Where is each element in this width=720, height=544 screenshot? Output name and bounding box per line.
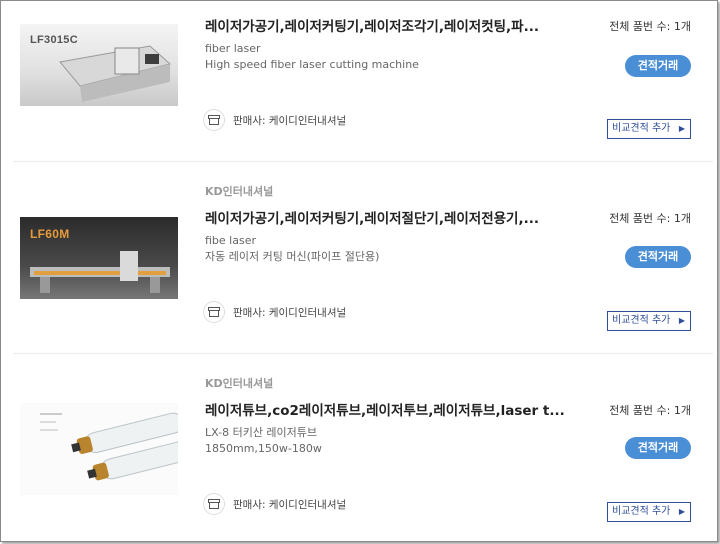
item-count: 전체 품번 수: 1개 — [609, 212, 691, 225]
item-count: 전체 품번 수: 1개 — [609, 20, 691, 33]
product-desc-line: fiber laser — [205, 42, 261, 55]
add-compare-quote-button[interactable]: 비교견적 추가 ▶ — [607, 311, 691, 331]
product-thumbnail[interactable]: LF3015C — [20, 24, 178, 106]
product-desc-line: LX-8 터키산 레이저튜브 — [205, 426, 318, 439]
add-compare-quote-button[interactable]: 비교견적 추가 ▶ — [607, 119, 691, 139]
seller-name[interactable]: 판매사: 케이디인터내셔널 — [233, 113, 346, 128]
product-card: KD인터내셔널 레이저튜브,co2레이저튜브,레이저투브,레이저튜브,laser… — [13, 353, 713, 541]
product-description: fibe laser 자동 레이저 커팅 머신(파이프 절단용) — [205, 233, 379, 265]
arrow-right-icon: ▶ — [678, 507, 685, 516]
product-desc-line: 1850mm,150w-180w — [205, 442, 322, 455]
product-description: fiber laser High speed fiber laser cutti… — [205, 41, 419, 73]
quote-trade-button[interactable]: 견적거래 — [625, 55, 691, 77]
compare-button-label: 비교견적 추가 — [612, 506, 671, 517]
product-desc-line: fibe laser — [205, 234, 256, 247]
laser-tube-illustration — [40, 412, 178, 481]
item-count: 전체 품번 수: 1개 — [609, 404, 691, 417]
arrow-right-icon: ▶ — [678, 124, 685, 133]
product-thumbnail[interactable] — [20, 403, 178, 495]
quote-trade-button[interactable]: 견적거래 — [625, 437, 691, 459]
seller-brand[interactable]: KD인터내셔널 — [205, 183, 273, 199]
arrow-right-icon: ▶ — [678, 316, 685, 325]
product-card: KD인터내셔널 LF60M 레이저가공기,레이저커팅기,레이저절단기,레이저전용… — [13, 161, 713, 354]
laser-machine-illustration — [59, 45, 172, 102]
seller-name[interactable]: 판매사: 케이디인터내셔널 — [233, 497, 346, 512]
compare-button-label: 비교견적 추가 — [612, 315, 671, 326]
quote-trade-button[interactable]: 견적거래 — [625, 246, 691, 268]
product-title[interactable]: 레이저튜브,co2레이저튜브,레이저투브,레이저튜브,laser t... — [205, 399, 585, 419]
product-desc-line: High speed fiber laser cutting machine — [205, 58, 419, 71]
product-title[interactable]: 레이저가공기,레이저커팅기,레이저절단기,레이저전용기,... — [205, 207, 585, 227]
product-title[interactable]: 레이저가공기,레이저커팅기,레이저조각기,레이저컷팅,파... — [205, 15, 585, 35]
product-card: LF3015C 레이저가공기,레이저커팅기,레이저조각기,레이저컷팅,파... … — [13, 1, 713, 162]
store-icon — [203, 493, 225, 515]
store-icon — [203, 109, 225, 131]
compare-button-label: 비교견적 추가 — [612, 123, 671, 134]
seller-name[interactable]: 판매사: 케이디인터내셔널 — [233, 305, 346, 320]
store-icon — [203, 301, 225, 323]
pipe-cutter-illustration — [30, 251, 170, 293]
product-list-panel: LF3015C 레이저가공기,레이저커팅기,레이저조각기,레이저컷팅,파... … — [0, 0, 718, 542]
product-desc-line: 자동 레이저 커팅 머신(파이프 절단용) — [205, 250, 380, 263]
seller-brand[interactable]: KD인터내셔널 — [205, 375, 273, 391]
product-description: LX-8 터키산 레이저튜브 1850mm,150w-180w — [205, 425, 322, 457]
add-compare-quote-button[interactable]: 비교견적 추가 ▶ — [607, 502, 691, 522]
product-thumbnail[interactable]: LF60M — [20, 217, 178, 299]
